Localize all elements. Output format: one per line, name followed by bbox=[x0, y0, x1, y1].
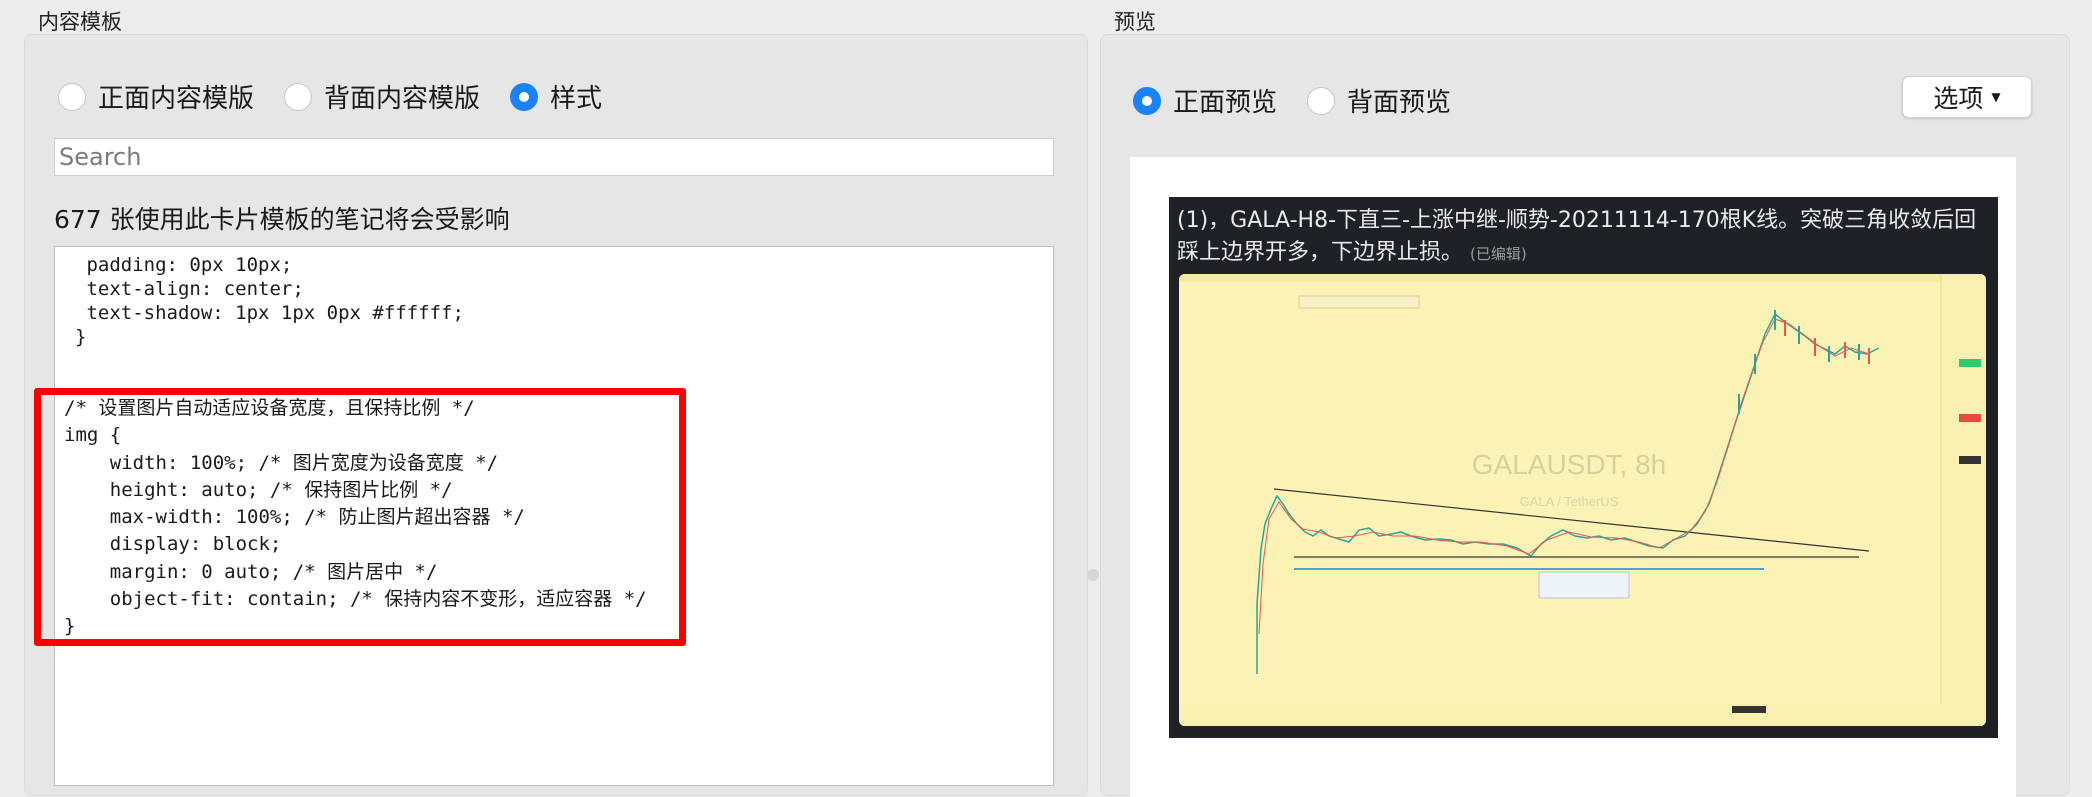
radio-label: 背面预览 bbox=[1347, 88, 1452, 118]
note-title-text: (1)，GALA-H8-下直三-上涨中继-顺势-20211114-170根K线。… bbox=[1177, 208, 1977, 265]
chart-watermark: GALAUSDT, 8h bbox=[1472, 449, 1667, 480]
radio-label: 样式 bbox=[550, 84, 603, 114]
edited-tag: (已编辑) bbox=[1470, 245, 1527, 263]
red-annotation-box bbox=[34, 388, 686, 646]
search-input[interactable] bbox=[54, 138, 1054, 176]
radio-circle-selected[interactable] bbox=[1133, 86, 1161, 115]
radio-circle[interactable] bbox=[58, 82, 86, 111]
note-title: (1)，GALA-H8-下直三-上涨中继-顺势-20211114-170根K线。… bbox=[1177, 205, 1987, 270]
split-divider-handle[interactable] bbox=[1087, 569, 1099, 581]
chart-screenshot-svg: GALAUSDT, 8h GALA / TetherUS bbox=[1179, 274, 1986, 726]
options-button[interactable]: 选项 ▼ bbox=[1902, 76, 2032, 118]
radio-front-template[interactable]: 正面内容模版 bbox=[58, 78, 254, 115]
radio-back-preview[interactable]: 背面预览 bbox=[1307, 82, 1451, 119]
radio-label: 背面内容模版 bbox=[324, 84, 481, 114]
radio-circle[interactable] bbox=[284, 82, 313, 111]
preview-side-radio-group: 正面预览 背面预览 bbox=[1133, 82, 1481, 119]
radio-circle[interactable] bbox=[1307, 86, 1336, 115]
preview-title: 预览 bbox=[1114, 10, 1156, 34]
radio-front-preview[interactable]: 正面预览 bbox=[1133, 82, 1277, 119]
options-label: 选项 bbox=[1933, 84, 1984, 113]
content-template-title: 内容模板 bbox=[38, 10, 122, 34]
radio-back-template[interactable]: 背面内容模版 bbox=[284, 78, 480, 115]
radio-label: 正面内容模版 bbox=[98, 84, 255, 114]
radio-circle-selected[interactable] bbox=[510, 82, 539, 111]
affected-notes-count: 677 张使用此卡片模板的笔记将会受影响 bbox=[54, 205, 510, 234]
chart-screenshot-image: GALAUSDT, 8h GALA / TetherUS bbox=[1179, 274, 1986, 726]
template-type-radio-group: 正面内容模版 背面内容模版 样式 bbox=[58, 78, 632, 115]
chart-sub-watermark: GALA / TetherUS bbox=[1520, 494, 1619, 509]
radio-styling[interactable]: 样式 bbox=[510, 78, 602, 115]
note-preview-card: (1)，GALA-H8-下直三-上涨中继-顺势-20211114-170根K线。… bbox=[1169, 197, 1998, 738]
radio-label: 正面预览 bbox=[1173, 88, 1278, 118]
code-text-top: padding: 0px 10px; text-align: center; t… bbox=[75, 254, 464, 348]
chevron-down-icon: ▼ bbox=[1991, 90, 2001, 104]
